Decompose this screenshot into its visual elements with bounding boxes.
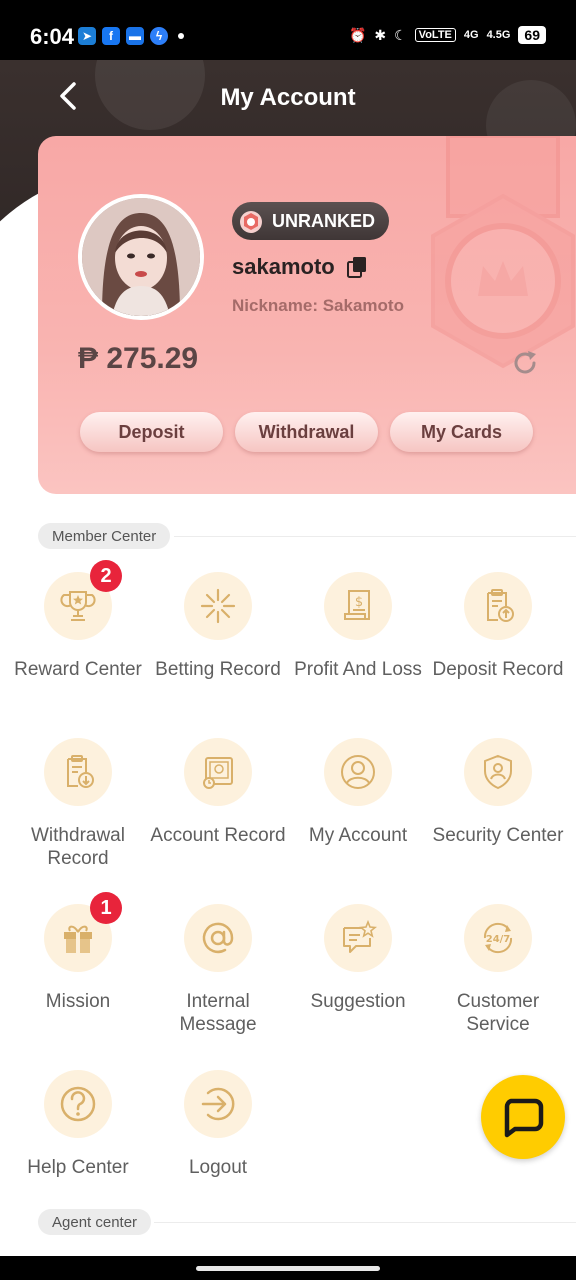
signal-4g-icon: 4G: [463, 28, 479, 41]
card-actions: Deposit Withdrawal My Cards: [80, 412, 533, 452]
grid-item-withdrawal-record[interactable]: Withdrawal Record: [8, 738, 148, 870]
bluetooth-icon: ✱: [374, 26, 387, 43]
home-indicator[interactable]: [196, 1266, 380, 1271]
username: sakamoto: [232, 254, 367, 280]
refresh-icon[interactable]: [510, 348, 540, 378]
at-sign-icon: [202, 922, 234, 954]
svg-text:24/7: 24/7: [486, 934, 511, 945]
grid-item-internal-message[interactable]: Internal Message: [148, 904, 288, 1036]
grid-item-label: Customer Service: [456, 991, 540, 1035]
avatar-photo-icon: [82, 198, 200, 316]
status-bar: 6:04 ➤ f ▬ ϟ ⏰ ✱ ☾ VoLTE 4G 4.5G 69: [0, 0, 576, 60]
clipboard-download-icon: [67, 755, 94, 788]
rank-label: UNRANKED: [272, 210, 375, 231]
shield-user-icon: [484, 754, 512, 790]
grid-item-label: My Account: [308, 825, 408, 846]
notification-badge: 2: [90, 560, 122, 592]
avatar[interactable]: [78, 194, 204, 320]
username-text: sakamoto: [232, 254, 335, 279]
facebook-icon: f: [102, 27, 120, 45]
copy-icon[interactable]: [346, 256, 367, 278]
messages-icon: ▬: [126, 27, 144, 45]
signal-45g-icon: 4.5G: [486, 28, 511, 41]
grid-item-mission[interactable]: 1 Mission: [8, 892, 148, 1013]
divider: [174, 536, 576, 537]
medal-watermark-icon: [431, 136, 575, 369]
status-time: 6:04: [30, 24, 75, 49]
grid-item-account-record[interactable]: Account Record: [148, 738, 288, 847]
grid-item-label: Suggestion: [310, 991, 406, 1012]
question-icon: [60, 1086, 96, 1122]
system-icons: ⏰ ✱ ☾ VoLTE 4G 4.5G 69: [349, 26, 546, 44]
volte-icon: VoLTE: [414, 28, 456, 42]
grid-item-suggestion[interactable]: Suggestion: [288, 904, 428, 1013]
withdrawal-button[interactable]: Withdrawal: [235, 412, 378, 452]
support-24-7-icon: 24/7: [483, 922, 513, 954]
grid-item-label: Betting Record: [155, 659, 281, 680]
more-notifications-icon: [178, 33, 184, 39]
grid-item-label: Help Center: [27, 1157, 129, 1178]
grid-item-deposit-record[interactable]: Deposit Record: [428, 572, 568, 681]
grid-item-security-center[interactable]: Security Center: [428, 738, 568, 847]
gift-icon: [64, 925, 92, 953]
grid-item-label: Internal Message: [179, 991, 257, 1035]
divider: [154, 1222, 576, 1223]
grid-item-label: Withdrawal Record: [31, 825, 125, 869]
logout-icon: [201, 1087, 235, 1121]
chat-star-icon: [343, 919, 377, 953]
user-circle-icon: [341, 755, 375, 789]
grid-item-profit-and-loss[interactable]: $ Profit And Loss: [288, 572, 428, 681]
notification-badge: 1: [90, 892, 122, 924]
notification-icons: ➤ f ▬ ϟ: [78, 27, 184, 45]
grid-item-label: Logout: [188, 1157, 248, 1178]
moon-icon: ☾: [394, 26, 407, 43]
battery-icon: 69: [518, 26, 546, 44]
grid-item-help-center[interactable]: Help Center: [8, 1070, 148, 1179]
svg-text:$: $: [355, 595, 363, 610]
nickname: Nickname: Sakamoto: [232, 296, 404, 315]
rank-badge: UNRANKED: [232, 202, 389, 240]
page-title: My Account: [220, 84, 356, 111]
ledger-icon: [203, 757, 233, 789]
grid-item-label: Mission: [45, 991, 111, 1012]
telegram-icon: ➤: [78, 27, 96, 45]
grid-item-logout[interactable]: Logout: [148, 1070, 288, 1179]
receipt-dollar-icon: $: [344, 590, 370, 620]
grid-item-customer-service[interactable]: 24/7 Customer Service: [428, 904, 568, 1036]
grid-item-reward-center[interactable]: 2 Reward Center: [8, 560, 148, 681]
messenger-icon: ϟ: [150, 27, 168, 45]
grid-item-label: Profit And Loss: [294, 659, 422, 680]
my-cards-button[interactable]: My Cards: [390, 412, 533, 452]
profile-card: UNRANKED sakamoto Nickname: Sakamoto ₱ 2…: [38, 136, 576, 494]
grid-item-label: Account Record: [150, 825, 286, 846]
alarm-icon: ⏰: [348, 26, 367, 43]
rank-medal-icon: [240, 211, 262, 233]
grid-item-label: Security Center: [432, 825, 564, 846]
clipboard-upload-icon: [487, 589, 514, 622]
agent-center-title: Agent center: [38, 1209, 152, 1235]
chat-bubble-icon: [504, 1098, 544, 1138]
grid-item-label: Reward Center: [14, 659, 142, 680]
sparkle-icon: [200, 588, 236, 624]
live-chat-button[interactable]: [481, 1075, 565, 1159]
grid-item-my-account[interactable]: My Account: [288, 738, 428, 847]
member-center-title: Member Center: [38, 523, 171, 549]
grid-item-betting-record[interactable]: Betting Record: [148, 572, 288, 681]
balance: ₱ 275.29: [78, 342, 199, 375]
grid-item-label: Deposit Record: [432, 659, 564, 680]
deposit-button[interactable]: Deposit: [80, 412, 223, 452]
trophy-icon: [60, 591, 96, 621]
